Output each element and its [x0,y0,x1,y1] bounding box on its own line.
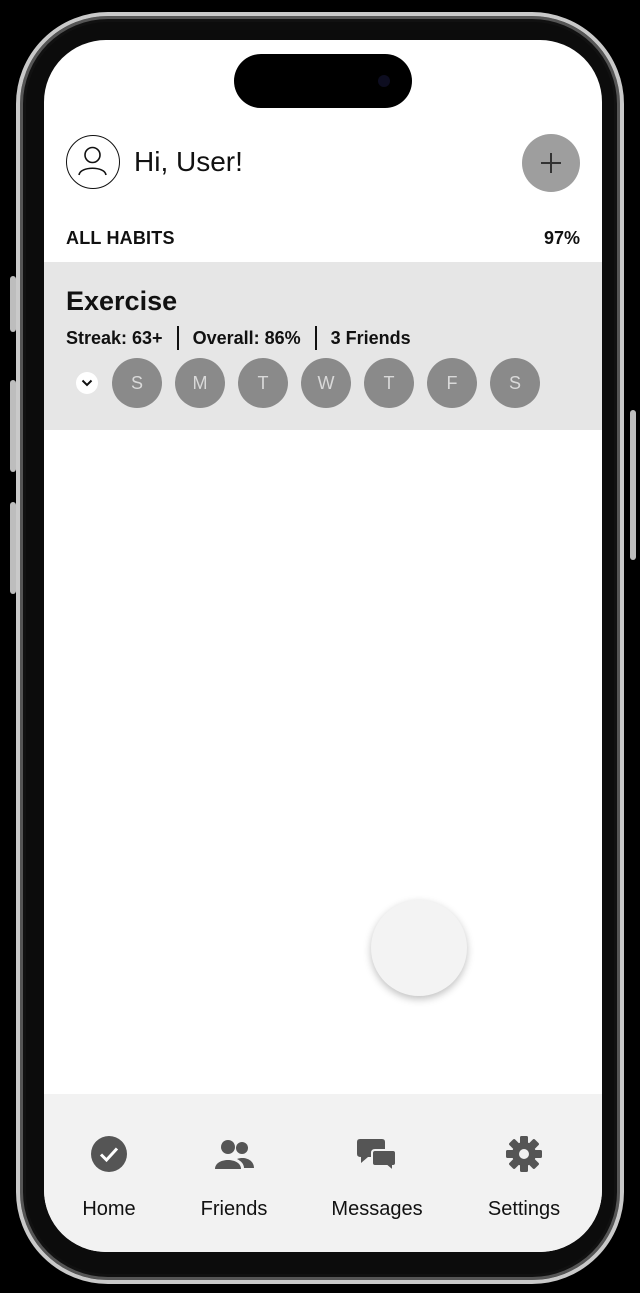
nav-friends-label: Friends [200,1198,268,1220]
greeting-text: Hi, User! [134,146,243,177]
day-saturday[interactable]: S [490,358,540,408]
power-button [630,410,636,560]
divider [314,326,317,350]
nav-settings[interactable]: Settings [459,1132,589,1221]
nav-messages-label: Messages [331,1198,423,1220]
nav-messages[interactable]: Messages [312,1132,442,1221]
nav-home[interactable]: Home [44,1132,174,1221]
volume-up-button [10,380,16,472]
day-wednesday[interactable]: W [301,358,351,408]
chevron-down-icon [81,379,93,387]
days-row: S M T W T F S [76,358,540,408]
bottom-nav: Home Friends Messages Settings [44,1094,602,1252]
dynamic-island [234,54,412,108]
friends-stat[interactable]: 3 Friends [331,328,411,349]
camera-dot [378,75,390,87]
streak-stat: Streak: 63+ [66,327,163,348]
day-thursday[interactable]: T [364,358,414,408]
people-icon [212,1132,256,1176]
overall-stat: Overall: 86% [192,327,301,348]
section-title: ALL HABITS [66,228,175,248]
habit-card[interactable]: Exercise Streak: 63+ Overall: 86% 3 Frie… [44,262,602,430]
nav-friends[interactable]: Friends [169,1132,299,1221]
day-friday[interactable]: F [427,358,477,408]
expand-button[interactable] [76,372,98,394]
floating-action-button[interactable] [371,900,467,996]
plus-icon [541,153,561,173]
chat-bubbles-icon [355,1132,399,1176]
completion-percent: 97% [543,228,580,248]
header: Hi, User! [66,134,580,192]
user-avatar-icon[interactable] [66,135,120,189]
divider [176,326,179,350]
habit-stats: Streak: 63+ Overall: 86% 3 Friends [66,326,411,350]
habits-summary: ALL HABITS 97% [66,228,580,252]
add-habit-button[interactable] [522,134,580,192]
day-tuesday[interactable]: T [238,358,288,408]
screen: Hi, User! ALL HABITS 97% Exercise Streak… [44,40,602,1252]
habit-name: Exercise [66,286,178,316]
day-monday[interactable]: M [175,358,225,408]
mute-switch [10,276,16,332]
day-sunday[interactable]: S [112,358,162,408]
nav-settings-label: Settings [487,1198,561,1220]
check-circle-icon [87,1132,131,1176]
volume-down-button [10,502,16,594]
nav-home-label: Home [82,1198,136,1220]
gear-icon [502,1132,546,1176]
